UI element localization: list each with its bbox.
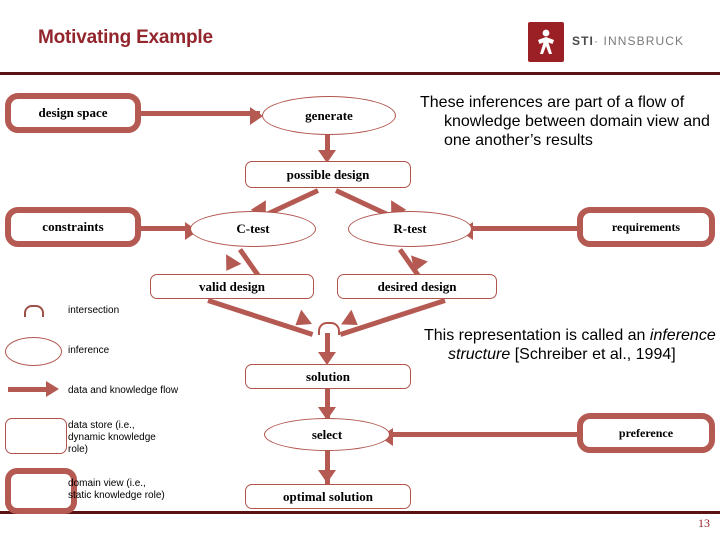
slide-canvas: Motivating Example STI· INNSBRUCK 13 des… <box>0 0 720 540</box>
legend-label-inference: inference <box>68 345 110 356</box>
footer-divider <box>0 511 720 514</box>
page-number: 13 <box>698 516 710 530</box>
node-possible-design[interactable]: possible design <box>245 161 411 188</box>
node-optimal-solution[interactable]: optimal solution <box>245 484 411 509</box>
legend-label-domain-view: domain view (i.e., static knowledge role… <box>68 478 203 502</box>
logo-wordmark-sti: STI <box>572 34 594 48</box>
legend-label-intersection: intersection <box>68 305 120 316</box>
node-desired-design[interactable]: desired design <box>337 274 497 299</box>
connector-requirements-rtest <box>472 226 582 231</box>
logo-wordmark: STI· INNSBRUCK <box>572 34 684 48</box>
sti-figure-glyph <box>538 29 554 54</box>
note-inference-flow: These inferences are part of a flow of k… <box>420 94 710 150</box>
legend-label-data-store-line3: role) <box>68 444 89 456</box>
legend-intersection-icon <box>24 305 44 317</box>
node-design-space[interactable]: design space <box>5 93 141 133</box>
node-select[interactable]: select <box>264 418 390 451</box>
note-inference-structure-lead: This representation is called an <box>424 327 646 344</box>
node-requirements[interactable]: requirements <box>577 207 715 247</box>
connector-designspace-generate <box>138 111 260 116</box>
node-preference[interactable]: preference <box>577 413 715 453</box>
logo-wordmark-sep: · <box>593 34 600 48</box>
legend-flow-arrow-icon <box>46 381 59 397</box>
intersection-symbol-icon <box>318 322 340 335</box>
sti-figure-icon <box>528 22 564 62</box>
legend-label-data-store: data store (i.e., dynamic knowledge role… <box>68 420 193 457</box>
node-solution[interactable]: solution <box>245 364 411 389</box>
note-inference-structure-citation: [Schreiber et al., 1994] <box>514 346 676 364</box>
legend-label-data-store-line1: data store (i.e., <box>68 420 135 431</box>
legend-data-store-icon <box>5 418 67 454</box>
connector-preference-select <box>392 432 582 437</box>
node-generate[interactable]: generate <box>262 96 396 135</box>
arrowhead-rtest-desireddesign <box>406 255 428 275</box>
legend-label-domain-view-line1: domain view (i.e., <box>68 478 146 489</box>
arrowhead-select-optimalsolution <box>318 470 336 483</box>
header-divider <box>0 72 720 75</box>
node-constraints[interactable]: constraints <box>5 207 141 247</box>
legend-domain-view-icon <box>5 468 77 514</box>
node-r-test[interactable]: R-test <box>348 211 472 247</box>
legend-label-flow: data and knowledge flow <box>68 385 179 396</box>
legend-inference-icon <box>5 337 62 366</box>
logo-wordmark-innsbruck: INNSBRUCK <box>603 34 685 48</box>
note-inference-structure: This representation is called an inferen… <box>424 326 720 364</box>
legend-flow-arrow-shaft <box>8 387 48 392</box>
legend-label-domain-view-line2: static knowledge role) <box>68 490 165 502</box>
node-valid-design[interactable]: valid design <box>150 274 314 299</box>
page-title: Motivating Example <box>38 27 213 48</box>
legend-label-data-store-line2: dynamic knowledge <box>68 432 156 444</box>
sti-innsbruck-logo: STI· INNSBRUCK <box>528 22 688 64</box>
arrowhead-ctest-validdesign <box>218 254 242 276</box>
node-c-test[interactable]: C-test <box>190 211 316 247</box>
